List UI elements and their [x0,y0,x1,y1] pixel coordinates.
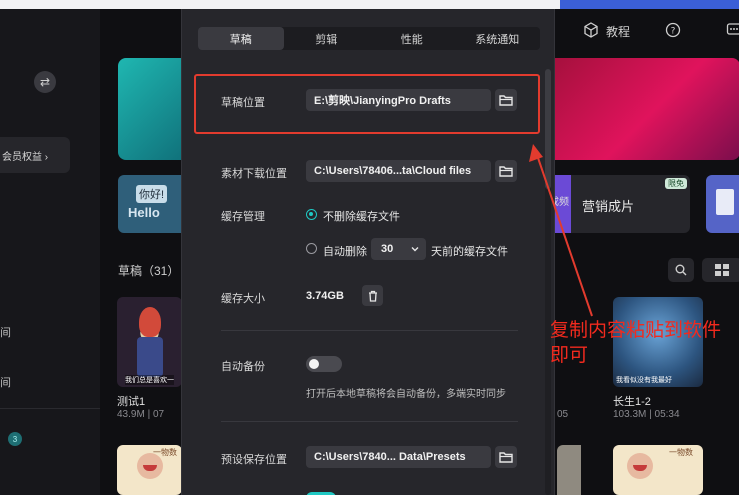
search-button[interactable] [668,258,694,282]
clear-cache-button[interactable] [362,285,383,306]
document-icon [716,189,734,215]
auto-backup-label: 自动备份 [221,361,265,373]
grid-icon [715,264,729,276]
thumbnail-caption: 我们总是喜欢一 [125,375,174,385]
draft-thumbnail[interactable]: 一物数 [613,445,703,495]
marketing-card-label: 营销成片 [582,199,635,214]
scrollbar-thumb[interactable] [545,69,551,189]
cache-size-value: 3.74GB [306,290,344,302]
section-divider [221,330,518,331]
annotation-note: 复制内容粘贴到软件即可 [550,319,722,366]
folder-icon [499,452,513,463]
auto-backup-toggle[interactable] [306,356,342,372]
sidebar-item-fragment[interactable]: 间 [0,374,11,390]
view-toggle-button[interactable] [702,258,739,282]
member-benefit-item[interactable]: 会员权益 › [0,137,70,173]
svg-text:?: ? [671,27,676,37]
radio-keep-cache[interactable] [306,209,317,220]
annotation-highlight-box [194,74,540,134]
marketing-card[interactable]: 成频 营销成片 限免 [547,175,690,233]
banner-red[interactable] [540,58,739,160]
auto-delete-label[interactable]: 自动删除 [323,243,367,259]
cache-management-label: 缓存管理 [221,211,265,223]
free-badge: 限免 [665,178,687,189]
help-icon[interactable]: ? [665,22,681,38]
draft-thumbnail[interactable]: 我们总是喜欢一 [117,297,182,387]
screenshot-stage: ⇄ 会员权益 › 间 间 3 你好! Hello 成频 营销成片 限免 草稿（3… [0,0,739,495]
tab-drafts[interactable]: 草稿 [198,27,284,50]
draft-meta: 43.9M | 07 [117,409,165,420]
chevron-down-icon [411,247,419,252]
notification-badge: 3 [8,432,22,446]
material-download-field[interactable]: C:\Users\78406...ta\Cloud files [306,160,491,182]
character-head [139,307,161,337]
thumbnail-caption: 我看似没有我最好 [616,377,672,384]
days-select-value: 30 [381,243,394,255]
section-divider [221,421,518,422]
drafts-heading: 草稿（31） [118,264,180,278]
tab-editing[interactable]: 剪辑 [284,27,370,50]
draft-meta-partial: 05 [557,409,569,420]
draft-title[interactable]: 测试1 [117,393,145,409]
material-download-browse-button[interactable] [495,160,517,182]
search-icon [675,264,687,276]
trash-icon [368,290,377,302]
sidebar-item-fragment[interactable]: 间 [0,324,11,340]
material-download-label: 素材下载位置 [221,168,287,180]
draft-thumbnail[interactable] [557,445,581,495]
top-strip-accent [560,0,739,9]
document-card[interactable] [706,175,739,233]
auto-backup-hint: 打开后本地草稿将会自动备份，多端实时同步 [306,389,506,400]
cube-icon[interactable] [583,22,599,38]
character-body [137,337,163,377]
message-icon[interactable] [726,22,739,38]
keep-cache-label[interactable]: 不删除缓存文件 [323,208,400,224]
window-top-strip [0,0,739,9]
cache-size-label: 缓存大小 [221,293,265,305]
tutorial-link[interactable]: 教程 [606,23,630,40]
settings-tabs: 草稿 剪辑 性能 系统通知 [198,27,540,50]
thumbnail-caption: 一物数 [669,448,693,457]
tab-system-notification[interactable]: 系统通知 [455,27,541,50]
draft-thumbnail[interactable]: 一物数 [117,445,182,495]
preset-location-browse-button[interactable] [495,446,517,468]
hello-card[interactable]: 你好! Hello [118,175,188,233]
sidebar-divider [0,408,100,409]
folder-icon [499,166,513,177]
face-illustration [627,453,653,479]
radio-auto-delete[interactable] [306,243,317,254]
preset-location-label: 预设保存位置 [221,454,287,466]
swap-button[interactable]: ⇄ [34,71,56,93]
preset-location-field[interactable]: C:\Users\7840... Data\Presets [306,446,491,468]
thumbnail-caption: 一物数 [153,448,177,457]
days-select[interactable]: 30 [371,238,426,260]
days-suffix-label: 天前的缓存文件 [431,246,508,258]
hello-card-tag: 你好! [136,185,168,203]
draft-title[interactable]: 长生1-2 [613,393,651,409]
hello-card-text: Hello [128,205,160,220]
tab-performance[interactable]: 性能 [369,27,455,50]
draft-meta: 103.3M | 05:34 [613,409,680,420]
